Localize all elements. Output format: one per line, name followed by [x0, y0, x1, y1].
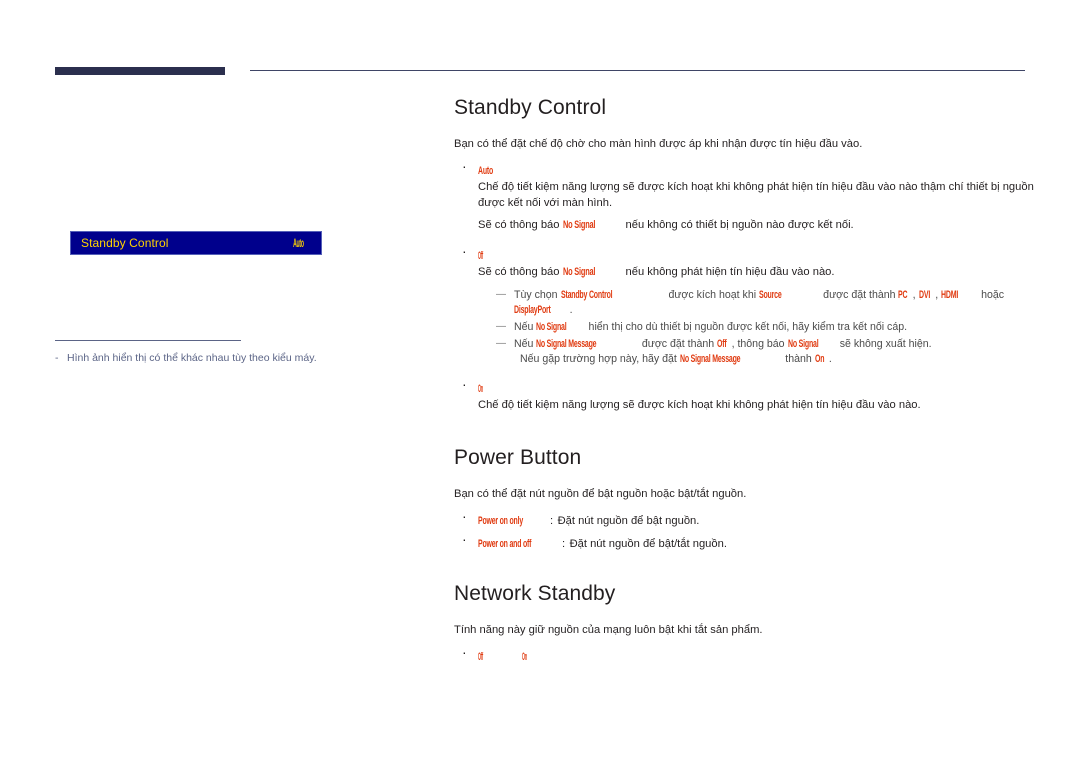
section-power-button: Power Button Bạn có thể đặt nút nguồn để…	[454, 446, 1034, 552]
osd-menu-row-standby-control[interactable]: Standby Control Auto	[70, 231, 322, 255]
list-item-network-standby-toggles: Off On	[454, 644, 1034, 665]
subnote-text-3: được đặt thành	[823, 289, 896, 301]
standby-control-subnotes: Tùy chọn Standby Control được kích hoạt k…	[478, 287, 1034, 367]
section-standby-control: Standby Control Bạn có thể đặt chế độ ch…	[454, 96, 1034, 414]
list-item-power-on-only: Power on only: Đặt nút nguồn để bật nguồ…	[454, 508, 1034, 529]
option-label-power-on-only: Power on only	[478, 514, 523, 527]
page-title-network-standby: Network Standby	[454, 581, 616, 605]
option-label-power-on-and-off: Power on and off	[478, 537, 532, 550]
sep-1: ,	[912, 289, 916, 301]
notice-prefix-off: Sẽ có thông báo	[478, 265, 560, 278]
list-item-on: On Chế độ tiết kiệm năng lượng sẽ được k…	[454, 376, 1034, 414]
term-no-signal-3: No Signal	[787, 338, 819, 350]
osd-menu-value: Auto	[292, 236, 304, 250]
intro-network-standby: Tính năng này giữ nguồn của mạng luôn bậ…	[454, 623, 763, 636]
term-standby-control: Standby Control	[560, 289, 613, 301]
term-no-signal-off: No Signal	[562, 265, 595, 278]
option-description-power-on-and-off: Đặt nút nguồn để bật/tắt nguồn.	[569, 537, 727, 550]
page-title-power-button: Power Button	[454, 445, 582, 469]
osd-menu-label: Standby Control	[81, 236, 169, 250]
subnote-text-4: hoặc	[981, 289, 1005, 301]
option-label-off: Off	[478, 249, 483, 262]
list-item-auto: Auto Chế độ tiết kiệm năng lượng sẽ được…	[454, 158, 1034, 234]
subnote3-text-3: , thông báo	[731, 338, 785, 350]
sep-2: ,	[935, 289, 939, 301]
term-no-signal-auto: No Signal	[562, 219, 595, 231]
power-button-option-list: Power on only: Đặt nút nguồn để bật nguồ…	[454, 508, 1034, 552]
section-network-standby: Network Standby Tính năng này giữ nguồn …	[454, 582, 1034, 665]
option-label-network-off: Off	[478, 650, 483, 663]
subnote3-text-1: Nếu	[514, 338, 534, 350]
subnote-text-1: Tùy chọn	[514, 289, 558, 301]
footnote-dash: -	[55, 352, 59, 364]
option-label-auto: Auto	[478, 165, 494, 177]
footnote: - Hình ảnh hiển thị có thể khác nhau tùy …	[55, 352, 317, 364]
option-notice-off: Sẽ có thông báo No Signal nếu không phát …	[478, 265, 1034, 281]
option-notice-auto: Sẽ có thông báo No Signal nếu không có th…	[478, 218, 1034, 234]
option-colon-1: :	[550, 514, 554, 527]
subnote2-text-1: Nếu	[514, 321, 534, 333]
intro-standby-control: Bạn có thể đặt chế độ chờ cho màn hình đ…	[454, 138, 863, 150]
subnote3-continuation: Nếu gặp trường hợp này, hãy đặt No Signa…	[514, 352, 1034, 367]
term-off-value: Off	[717, 338, 727, 350]
term-dvi: DVI	[918, 289, 930, 301]
option-label-on: On	[478, 383, 483, 395]
term-on-value: On	[814, 353, 825, 365]
term-no-signal-2: No Signal	[536, 321, 567, 333]
subnote2-text-2: hiển thị cho dù thiết bị nguồn được kết …	[588, 321, 908, 333]
subnote3-text-2: được đặt thành	[641, 338, 715, 350]
list-item-power-on-and-off: Power on and off: Đặt nút nguồn để bật/t…	[454, 531, 1034, 552]
option-label-network-on: On	[522, 650, 528, 663]
option-description-power-on-only: Đặt nút nguồn để bật nguồn.	[557, 514, 700, 527]
notice-prefix-auto: Sẽ có thông báo	[478, 219, 560, 231]
content-column: Standby Control Bạn có thể đặt chế độ ch…	[454, 96, 1034, 670]
subnote3-cont-period: .	[828, 353, 832, 365]
header-divider-line	[250, 70, 1025, 71]
network-standby-option-list: Off On	[454, 644, 1034, 665]
notice-suffix-auto: nếu không có thiết bị nguồn nào được kết…	[625, 219, 854, 231]
footnote-text: Hình ảnh hiển thị có thể khác nhau tùy t…	[67, 352, 317, 364]
subnote-cable-check: Nếu No Signal hiển thị cho dù thiết bị ng…	[478, 319, 1034, 335]
term-source: Source	[759, 289, 782, 301]
subnote3-cont-text-2: thành	[785, 353, 812, 365]
term-pc: PC	[898, 289, 908, 301]
term-no-signal-message-2: No Signal Message	[679, 353, 741, 365]
footnote-divider	[55, 340, 241, 341]
header-accent-bar	[55, 67, 225, 75]
subnote-text-2: được kích hoạt khi	[668, 289, 757, 301]
term-no-signal-message: No Signal Message	[536, 338, 597, 350]
option-colon-2: :	[562, 537, 566, 550]
term-displayport: DisplayPort	[514, 304, 551, 316]
notice-suffix-off: nếu không phát hiện tín hiệu đầu vào nào…	[625, 265, 835, 278]
option-description-on: Chế độ tiết kiệm năng lượng sẽ được kích…	[478, 399, 921, 411]
subnote3-text-4: sẽ không xuất hiện.	[839, 338, 932, 350]
subnote-no-signal-message: Nếu No Signal Message được đặt thành Off,…	[478, 336, 1034, 367]
option-description-auto: Chế độ tiết kiệm năng lượng sẽ được kích…	[478, 181, 1034, 209]
subnote-source-requirement: Tùy chọn Standby Control được kích hoạt k…	[478, 287, 1034, 318]
subnote-period: .	[569, 304, 573, 316]
term-hdmi: HDMI	[941, 289, 959, 301]
page-title-standby-control: Standby Control	[454, 96, 607, 119]
intro-power-button: Bạn có thể đặt nút nguồn để bật nguồn ho…	[454, 487, 747, 500]
list-item-off: Off Sẽ có thông báo No Signal nếu không p…	[454, 243, 1034, 368]
standby-control-option-list: Auto Chế độ tiết kiệm năng lượng sẽ được…	[454, 158, 1034, 414]
subnote3-cont-text-1: Nếu gặp trường hợp này, hãy đặt	[520, 353, 677, 365]
